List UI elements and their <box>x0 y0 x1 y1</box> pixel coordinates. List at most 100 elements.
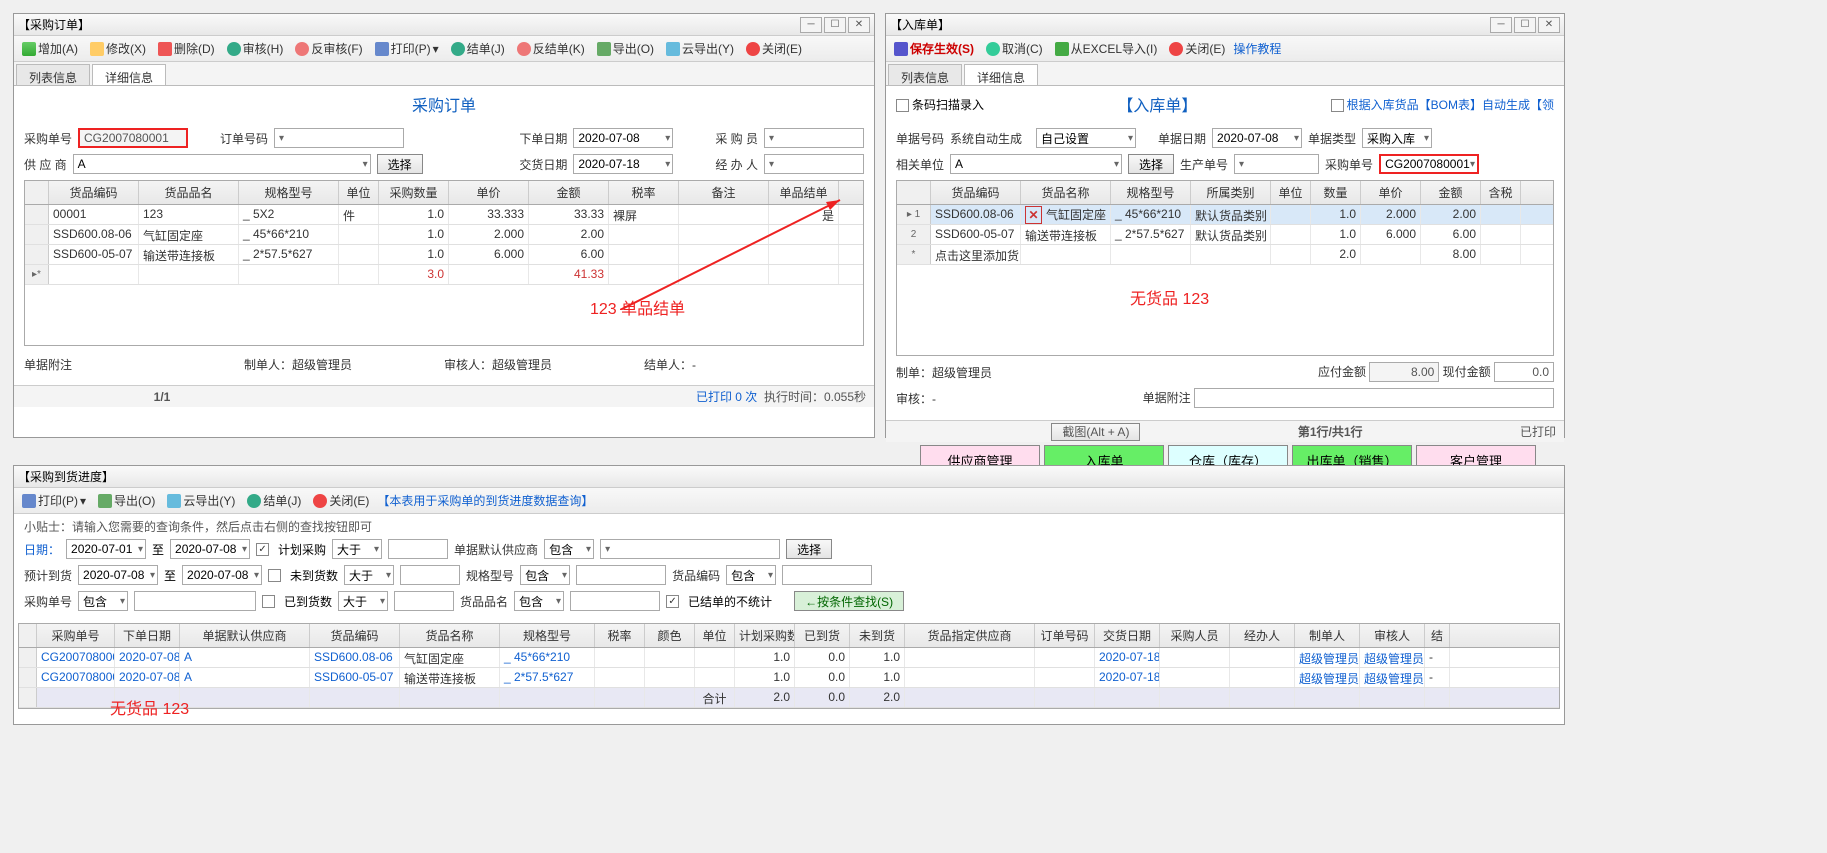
close-toolbar-button[interactable]: 关闭(E) <box>309 490 373 511</box>
table-row[interactable]: ▸ 1SSD600.08-06✕气缸固定座_ 45*66*210默认货品类别1.… <box>897 205 1553 225</box>
handler-select[interactable] <box>764 154 864 174</box>
export-button[interactable]: 导出(O) <box>593 38 658 59</box>
tab-detail[interactable]: 详细信息 <box>92 64 166 85</box>
order-date-label: 下单日期 <box>519 130 567 147</box>
close-icon <box>313 494 327 508</box>
uncheck-icon <box>295 42 309 56</box>
po-no-select[interactable]: CG2007080001 <box>1379 154 1479 174</box>
rel-unit-select[interactable]: A <box>950 154 1122 174</box>
unsettle-icon <box>517 42 531 56</box>
table-row[interactable]: 2SSD600-05-07输送带连接板_ 2*57.5*627默认货品类别1.0… <box>897 225 1553 245</box>
purchase-order-window: 【采购订单】 ─ ☐ ✕ 增加(A) 修改(X) 删除(D) 审核(H) 反审核… <box>13 13 875 438</box>
unsettle-button[interactable]: 反结单(K) <box>513 38 589 59</box>
minimize-button[interactable]: ─ <box>800 17 822 33</box>
maximize-button[interactable]: ☐ <box>1514 17 1536 33</box>
cancel-button[interactable]: 取消(C) <box>982 38 1047 59</box>
add-icon <box>22 42 36 56</box>
table-row[interactable]: CG20070800012020-07-08ASSD600-05-07输送带连接… <box>19 668 1559 688</box>
bill-type-select[interactable]: 采购入库 <box>1362 128 1432 148</box>
settle-button[interactable]: 结单(J) <box>447 38 509 59</box>
table-row[interactable]: SSD600.08-06气缸固定座_ 45*66*2101.02.0002.00 <box>25 225 863 245</box>
export-button[interactable]: 导出(O) <box>94 490 159 511</box>
minimize-button[interactable]: ─ <box>1490 17 1512 33</box>
settle-icon <box>247 494 261 508</box>
deliver-date-label: 交货日期 <box>519 156 567 173</box>
window-title: 【采购订单】 <box>18 16 90 33</box>
auditor-label: 审核人：超级管理员 <box>444 356 552 373</box>
audit-button[interactable]: 审核(H) <box>223 38 288 59</box>
check-icon <box>227 42 241 56</box>
maker-label: 制单人：超级管理员 <box>244 356 352 373</box>
tab-list[interactable]: 列表信息 <box>16 64 90 85</box>
titlebar: 【采购到货进度】 <box>14 466 1564 488</box>
delete-icon <box>158 42 172 56</box>
deliver-date-input[interactable]: 2020-07-18 <box>573 154 673 174</box>
select-unit-button[interactable]: 选择 <box>1128 154 1174 174</box>
toolbar: 增加(A) 修改(X) 删除(D) 审核(H) 反审核(F) 打印(P) ▾ 结… <box>14 36 874 62</box>
arrival-progress-window: 【采购到货进度】 打印(P) ▾ 导出(O) 云导出(Y) 结单(J) 关闭(E… <box>13 465 1565 725</box>
help-link[interactable]: 操作教程 <box>1233 40 1281 57</box>
close-button[interactable]: ✕ <box>848 17 870 33</box>
statusbar: 1/1 已打印 0 次 执行时间：0.055秒 <box>14 385 874 407</box>
close-button[interactable]: ✕ <box>1538 17 1560 33</box>
edit-button[interactable]: 修改(X) <box>86 38 150 59</box>
self-set-select[interactable]: 自己设置 <box>1036 128 1136 148</box>
inbound-grid: 货品编码 货品名称 规格型号 所属类别 单位 数量 单价 金额 含税 ▸ 1SS… <box>896 180 1554 356</box>
table-row[interactable]: CG20070800012020-07-08ASSD600.08-06气缸固定座… <box>19 648 1559 668</box>
maximize-button[interactable]: ☐ <box>824 17 846 33</box>
remark-label: 单据附注 <box>24 356 72 373</box>
settle-button[interactable]: 结单(J) <box>243 490 305 511</box>
search-button[interactable]: ←按条件查找(S) <box>794 591 904 611</box>
remark-input[interactable] <box>1194 388 1554 408</box>
sum-row: 合计 2.0 0.0 2.0 <box>19 688 1559 708</box>
po-grid: 货品编码 货品品名 规格型号 单位 采购数量 单价 金额 税率 备注 单品结单 … <box>24 180 864 346</box>
select-supplier-button[interactable]: 选择 <box>377 154 423 174</box>
tab-list[interactable]: 列表信息 <box>888 64 962 85</box>
table-row[interactable]: SSD600-05-07输送带连接板_ 2*57.5*6271.06.0006.… <box>25 245 863 265</box>
order-date-input[interactable]: 2020-07-08 <box>573 128 673 148</box>
settle-icon <box>451 42 465 56</box>
buyer-select[interactable] <box>764 128 864 148</box>
order-code-label: 订单号码 <box>220 130 268 147</box>
screenshot-button[interactable]: 截图(Alt + A) <box>1051 423 1140 441</box>
import-icon <box>1055 42 1069 56</box>
tabs: 列表信息 详细信息 <box>14 62 874 86</box>
save-button[interactable]: 保存生效(S) <box>890 38 978 59</box>
supplier-label: 供 应 商 <box>24 156 67 173</box>
delete-row-icon[interactable]: ✕ <box>1025 206 1042 224</box>
plan-checkbox[interactable] <box>256 543 269 556</box>
handler-label: 经 办 人 <box>715 156 758 173</box>
cloud-export-button[interactable]: 云导出(Y) <box>662 38 738 59</box>
supplier-select[interactable]: A <box>73 154 371 174</box>
note-label: 【本表用于采购单的到货进度数据查询】 <box>377 492 593 509</box>
close-toolbar-button[interactable]: 关闭(E) <box>1165 38 1229 59</box>
totals-row: ▸* 3.0 41.33 <box>25 265 863 285</box>
prod-no-select[interactable] <box>1234 154 1319 174</box>
doc-title: 【入库单】 <box>1115 90 1199 118</box>
add-button[interactable]: 增加(A) <box>18 38 82 59</box>
close-icon <box>1169 42 1183 56</box>
table-row[interactable]: *点击这里添加货品2.08.00 <box>897 245 1553 265</box>
print-button[interactable]: 打印(P) ▾ <box>18 490 90 511</box>
delete-button[interactable]: 删除(D) <box>154 38 219 59</box>
progress-grid: 采购单号 下单日期 单据默认供应商 货品编码 货品名称 规格型号 税率 颜色 单… <box>18 623 1560 709</box>
save-icon <box>894 42 908 56</box>
autogen-checkbox[interactable] <box>1331 99 1344 112</box>
table-row[interactable]: 00001123_ 5X2件1.033.33333.33裸屏是 <box>25 205 863 225</box>
print-icon <box>375 42 389 56</box>
import-button[interactable]: 从EXCEL导入(I) <box>1051 38 1162 59</box>
scan-checkbox[interactable] <box>896 99 909 112</box>
cloud-export-button[interactable]: 云导出(Y) <box>163 490 239 511</box>
unaudit-button[interactable]: 反审核(F) <box>291 38 366 59</box>
po-no-label: 采购单号 <box>24 130 72 147</box>
tab-detail[interactable]: 详细信息 <box>964 64 1038 85</box>
order-code-select[interactable] <box>274 128 404 148</box>
statusbar: 截图(Alt + A) 第1行/共1行 已打印 <box>886 420 1564 442</box>
cloud-icon <box>167 494 181 508</box>
bill-date-input[interactable]: 2020-07-08 <box>1212 128 1302 148</box>
print-button[interactable]: 打印(P) ▾ <box>371 38 443 59</box>
close-toolbar-button[interactable]: 关闭(E) <box>742 38 806 59</box>
settler-label: 结单人：- <box>644 356 696 373</box>
export-icon <box>597 42 611 56</box>
window-title: 【入库单】 <box>890 16 950 33</box>
